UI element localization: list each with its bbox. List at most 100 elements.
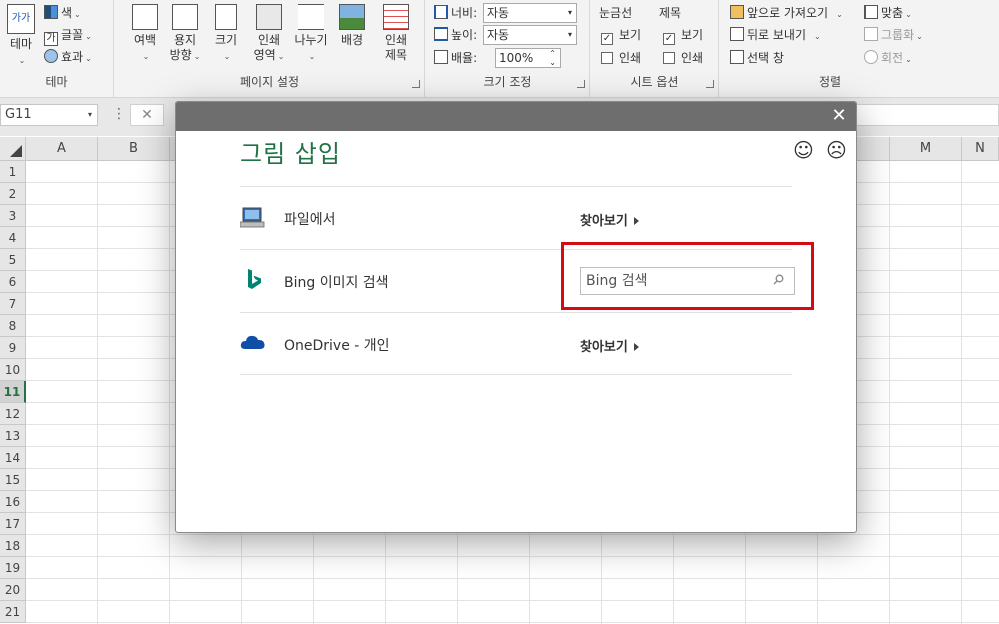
row-header[interactable]: 16 bbox=[0, 491, 26, 513]
row-header[interactable]: 15 bbox=[0, 469, 26, 491]
row-header[interactable]: 19 bbox=[0, 557, 26, 579]
computer-icon bbox=[240, 207, 265, 228]
row-header[interactable]: 7 bbox=[0, 293, 26, 315]
print-titles-button[interactable]: 인쇄 제목 bbox=[379, 4, 413, 63]
page-setup-launcher-icon[interactable] bbox=[412, 80, 420, 88]
themes-icon: 가가 bbox=[7, 4, 35, 34]
height-row: 높이: 자동 ▾ bbox=[434, 25, 577, 45]
print-titles-icon bbox=[383, 4, 409, 30]
align-icon bbox=[864, 5, 878, 19]
from-file-label: 파일에서 bbox=[284, 212, 336, 228]
send-backward-label: 뒤로 보내기 bbox=[747, 28, 807, 42]
height-label: 높이: bbox=[451, 28, 478, 42]
theme-fonts-button[interactable]: 가 글꼴 ⌄ bbox=[44, 25, 92, 46]
select-all-button[interactable] bbox=[0, 137, 26, 161]
theme-colors-button[interactable]: 색 ⌄ bbox=[44, 3, 81, 23]
formula-input[interactable] bbox=[856, 104, 999, 126]
ribbon: 가가 테마 ⌄ 색 ⌄ 가 글꼴 ⌄ 효과 ⌄ 테마 여백 ⌄ 용지 방향 ⌄ 크기 ⌄ 인쇄 영역 bbox=[0, 0, 999, 98]
frown-icon[interactable]: ☹ bbox=[826, 140, 847, 160]
row-header[interactable]: 18 bbox=[0, 535, 26, 557]
group-button[interactable]: 그룹화 ⌄ bbox=[864, 25, 923, 45]
row-header[interactable]: 1 bbox=[0, 161, 26, 183]
size-icon bbox=[215, 4, 237, 30]
arrange-group-label: 정렬 bbox=[818, 75, 842, 89]
bring-forward-icon bbox=[730, 5, 744, 19]
check-icon: ✓ bbox=[601, 33, 613, 45]
row-header[interactable]: 4 bbox=[0, 227, 26, 249]
size-button[interactable]: 크기 ⌄ bbox=[211, 4, 241, 64]
align-button[interactable]: 맞춤 ⌄ bbox=[864, 3, 912, 23]
selection-pane-button[interactable]: 선택 창 bbox=[730, 48, 784, 68]
background-button[interactable]: 배경 bbox=[337, 4, 367, 48]
highlight-box bbox=[561, 242, 814, 310]
headings-print-checkbox[interactable]: 인쇄 bbox=[663, 48, 703, 68]
smile-icon[interactable]: ☺ bbox=[793, 140, 814, 160]
selection-pane-label: 선택 창 bbox=[747, 51, 784, 65]
row-header[interactable]: 20 bbox=[0, 579, 26, 601]
name-box-value: G11 bbox=[5, 107, 32, 122]
breaks-button[interactable]: 나누기 ⌄ bbox=[291, 4, 331, 64]
gridlines-heading: 눈금선 bbox=[599, 6, 633, 20]
gridlines-print-checkbox[interactable]: 인쇄 bbox=[601, 48, 641, 68]
width-select[interactable]: 자동 ▾ bbox=[482, 3, 577, 23]
column-header[interactable]: B bbox=[98, 137, 170, 161]
orientation-label-2: 방향 bbox=[169, 48, 192, 62]
cancel-entry-icon[interactable]: ✕ bbox=[130, 104, 164, 126]
size-label: 크기 bbox=[214, 33, 238, 47]
column-header[interactable]: N bbox=[962, 137, 999, 161]
row-header[interactable]: 21 bbox=[0, 601, 26, 623]
scale-value: 100% bbox=[498, 51, 534, 65]
caret-right-icon bbox=[633, 217, 639, 225]
dialog-title-bar bbox=[176, 102, 856, 131]
row-header[interactable]: 13 bbox=[0, 425, 26, 447]
row-header[interactable]: 14 bbox=[0, 447, 26, 469]
name-box[interactable]: G11 ▾ bbox=[0, 104, 98, 126]
row-header[interactable]: 5 bbox=[0, 249, 26, 271]
browse-onedrive-text: 찾아보기 bbox=[580, 340, 628, 355]
scale-launcher-icon[interactable] bbox=[577, 80, 585, 88]
browse-file-link[interactable]: 찾아보기 bbox=[580, 210, 639, 229]
print-area-label-2: 영역 bbox=[253, 48, 276, 62]
print-area-button[interactable]: 인쇄 영역 ⌄ bbox=[251, 4, 287, 64]
theme-effects-button[interactable]: 효과 ⌄ bbox=[44, 47, 92, 67]
row-header[interactable]: 12 bbox=[0, 403, 26, 425]
send-backward-button[interactable]: 뒤로 보내기 ⌄ bbox=[730, 25, 821, 45]
row-header[interactable]: 17 bbox=[0, 513, 26, 535]
printer-icon bbox=[256, 4, 282, 30]
row-header[interactable]: 9 bbox=[0, 337, 26, 359]
rotate-button[interactable]: 회전 ⌄ bbox=[864, 48, 912, 68]
sheet-options-launcher-icon[interactable] bbox=[706, 80, 714, 88]
margins-button[interactable]: 여백 ⌄ bbox=[129, 4, 161, 64]
themes-group: 가가 테마 ⌄ 색 ⌄ 가 글꼴 ⌄ 효과 ⌄ 테마 bbox=[0, 0, 114, 98]
onedrive-label: OneDrive - 개인 bbox=[284, 338, 390, 354]
formula-options-icon[interactable]: ⋮ bbox=[112, 106, 126, 122]
gridlines-view-checkbox[interactable]: ✓ 보기 bbox=[601, 25, 641, 45]
column-header[interactable]: M bbox=[890, 137, 962, 161]
row-header[interactable]: 3 bbox=[0, 205, 26, 227]
bing-icon bbox=[248, 269, 261, 289]
browse-onedrive-link[interactable]: 찾아보기 bbox=[580, 336, 639, 355]
themes-button[interactable]: 가가 테마 ⌄ bbox=[4, 4, 38, 68]
align-label: 맞춤 bbox=[881, 6, 904, 20]
orientation-button[interactable]: 용지 방향 ⌄ bbox=[167, 4, 203, 64]
scale-spinner[interactable]: 100% ⌃ ⌄ bbox=[494, 48, 561, 68]
row-header[interactable]: 8 bbox=[0, 315, 26, 337]
headings-view-checkbox[interactable]: ✓ 보기 bbox=[663, 25, 703, 45]
column-header[interactable]: A bbox=[26, 137, 98, 161]
orientation-label-1: 용지 bbox=[173, 33, 197, 47]
width-row: 너비: 자동 ▾ bbox=[434, 3, 577, 23]
height-icon bbox=[434, 27, 448, 41]
row-header[interactable]: 10 bbox=[0, 359, 26, 381]
effects-label: 효과 bbox=[61, 50, 84, 64]
bring-forward-button[interactable]: 앞으로 가져오기 ⌄ bbox=[730, 3, 843, 23]
margins-label: 여백 bbox=[133, 33, 157, 47]
fonts-label: 글꼴 bbox=[61, 28, 84, 42]
row-header[interactable]: 2 bbox=[0, 183, 26, 205]
arrange-group: 앞으로 가져오기 ⌄ 뒤로 보내기 ⌄ 선택 창 맞춤 ⌄ 그룹화 ⌄ 회전 ⌄ 정렬 bbox=[720, 0, 940, 98]
send-backward-icon bbox=[730, 27, 744, 41]
row-header[interactable]: 6 bbox=[0, 271, 26, 293]
row-header[interactable]: 11 bbox=[0, 381, 26, 403]
close-icon[interactable]: ✕ bbox=[828, 105, 850, 127]
height-select[interactable]: 자동 ▾ bbox=[482, 25, 577, 45]
selection-pane-icon bbox=[730, 50, 744, 64]
